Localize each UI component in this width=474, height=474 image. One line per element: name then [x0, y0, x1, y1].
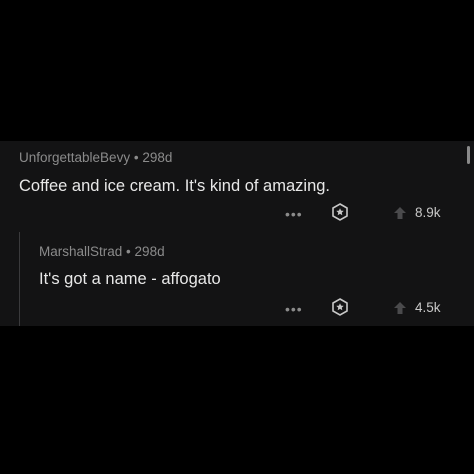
- upvote-control[interactable]: 8.9k: [393, 205, 441, 220]
- author-name[interactable]: UnforgettableBevy: [19, 150, 130, 165]
- upvote-count: 8.9k: [415, 205, 441, 220]
- thread-line[interactable]: [19, 232, 20, 326]
- reply-meta: MarshallStrad • 298d: [39, 244, 165, 259]
- meta-separator: •: [126, 244, 131, 259]
- award-button[interactable]: [331, 298, 349, 316]
- comment-age: 298d: [134, 244, 165, 259]
- comment-text: Coffee and ice cream. It's kind of amazi…: [19, 177, 331, 195]
- more-icon: •••: [285, 301, 303, 317]
- meta-separator: •: [133, 150, 139, 165]
- award-button[interactable]: [331, 203, 349, 221]
- comment-meta: UnforgettableBevy • 298d: [19, 150, 172, 165]
- more-options-button[interactable]: •••: [285, 206, 303, 222]
- scrollbar[interactable]: [467, 146, 470, 164]
- more-options-button[interactable]: •••: [285, 301, 303, 317]
- comment-age: 298d: [142, 150, 173, 165]
- upvote-control[interactable]: 4.5k: [393, 300, 441, 315]
- reply-text: It's got a name - affogato: [39, 270, 221, 288]
- author-name[interactable]: MarshallStrad: [39, 244, 122, 259]
- more-icon: •••: [285, 206, 303, 222]
- award-icon: [332, 203, 348, 221]
- comment-thread: [0, 141, 474, 326]
- upvote-count: 4.5k: [415, 300, 441, 315]
- upvote-arrow-icon[interactable]: [393, 301, 407, 315]
- upvote-arrow-icon[interactable]: [393, 206, 407, 220]
- award-icon: [332, 298, 348, 316]
